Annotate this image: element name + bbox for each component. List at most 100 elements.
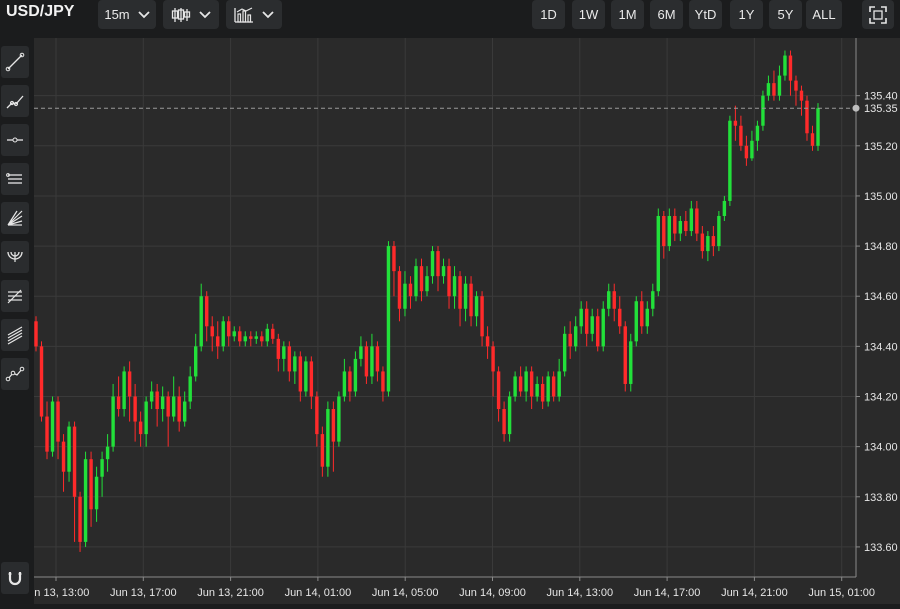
- candle-body: [810, 133, 815, 146]
- candle-body: [766, 83, 771, 96]
- candle-body: [193, 346, 198, 377]
- chevron-down-icon: [138, 10, 150, 18]
- candle-body: [414, 266, 418, 297]
- range-button-1d[interactable]: 1D: [532, 0, 565, 29]
- interval-dropdown[interactable]: 15m: [98, 0, 156, 29]
- candle-body: [689, 208, 694, 232]
- candle-body: [232, 331, 236, 337]
- indicators-dropdown[interactable]: [226, 0, 282, 29]
- tool-parallel-channel[interactable]: [1, 163, 29, 195]
- candle-body: [623, 326, 627, 384]
- candle: [507, 391, 512, 442]
- drawing-toolbar: [0, 38, 32, 604]
- candle-body: [480, 296, 484, 337]
- candle-body: [403, 283, 407, 309]
- candle: [728, 115, 732, 206]
- candle-body: [447, 266, 451, 297]
- candle-body: [573, 326, 578, 347]
- range-button-all[interactable]: ALL: [806, 0, 842, 29]
- candle-body: [502, 409, 506, 435]
- candle-body: [56, 401, 60, 442]
- candle-body: [750, 140, 754, 159]
- range-button-6m[interactable]: 6M: [650, 0, 683, 29]
- candle-body: [83, 459, 88, 542]
- candle-body: [171, 396, 176, 417]
- horizontal-line-icon: [7, 137, 23, 143]
- fibonacci-icon: [7, 289, 22, 304]
- candle-body: [584, 308, 589, 334]
- candle-body: [359, 346, 363, 359]
- candle-body: [100, 459, 104, 477]
- range-button-5y[interactable]: 5Y: [769, 0, 802, 29]
- y-tick-label: 135.40: [864, 91, 898, 103]
- candle-body: [342, 371, 347, 397]
- candle-body: [364, 346, 369, 377]
- fullscreen-button[interactable]: [862, 0, 894, 29]
- candle-body: [799, 90, 804, 101]
- candle-body: [452, 276, 457, 297]
- range-button-ytd[interactable]: YtD: [689, 0, 722, 29]
- candle-body: [392, 246, 396, 272]
- tool-horizontal-line[interactable]: [1, 124, 29, 156]
- x-tick-label: Jun 14, 09:00: [459, 587, 526, 599]
- candle-body: [45, 416, 49, 452]
- path-icon: [5, 366, 25, 382]
- x-tick-label: Jun 13, 21:00: [197, 587, 264, 599]
- candle-body: [717, 215, 721, 247]
- chevron-down-icon: [199, 10, 211, 18]
- candle-body: [640, 301, 644, 327]
- range-button-1y[interactable]: 1Y: [730, 0, 763, 29]
- candle-body: [706, 236, 710, 252]
- candle-body: [205, 296, 209, 327]
- candle-body: [579, 308, 583, 327]
- ray-line-icon: [6, 95, 24, 109]
- candle-body: [127, 371, 132, 397]
- candle-body: [651, 291, 655, 309]
- range-button-1m[interactable]: 1M: [611, 0, 644, 29]
- y-tick-label: 135.00: [864, 191, 898, 203]
- tool-path[interactable]: [1, 358, 29, 390]
- tool-ray-line[interactable]: [1, 85, 29, 117]
- chart-type-dropdown[interactable]: [163, 0, 219, 29]
- candle-body: [656, 215, 661, 292]
- candlestick-chart[interactable]: 133.60 133.80 134.00 134.20 134.40 134.60 134.…: [23, 38, 900, 604]
- candle: [717, 210, 721, 252]
- candle-body: [188, 376, 192, 402]
- candle-body: [805, 100, 809, 134]
- y-tick-label: 134.40: [864, 341, 898, 353]
- candle-body: [249, 336, 253, 339]
- range-button-1w[interactable]: 1W: [572, 0, 605, 29]
- interval-label: 15m: [104, 7, 130, 22]
- tool-magnet[interactable]: [1, 562, 29, 594]
- candle-body: [629, 341, 633, 384]
- tool-trend-line[interactable]: [1, 46, 29, 78]
- candle-body: [496, 371, 501, 410]
- candle-body: [238, 331, 242, 342]
- candle-body: [695, 208, 699, 234]
- candle-body: [331, 409, 336, 442]
- candle-body: [507, 396, 512, 435]
- candle: [601, 301, 605, 352]
- tool-fibonacci[interactable]: [1, 280, 29, 312]
- tool-fan-lines[interactable]: [1, 202, 29, 234]
- candle-body: [133, 396, 137, 422]
- candle-body: [149, 391, 154, 402]
- trend-line-icon: [5, 52, 25, 72]
- candle: [337, 391, 341, 447]
- candle: [386, 241, 391, 397]
- candle-body: [210, 326, 214, 337]
- y-tick-label: 133.80: [864, 492, 898, 504]
- tool-arc[interactable]: [1, 241, 29, 273]
- candle-body: [282, 346, 286, 359]
- candle-body: [122, 371, 126, 410]
- tool-pitchfork[interactable]: [1, 319, 29, 351]
- candle-body: [260, 336, 264, 342]
- candle-body: [744, 145, 749, 159]
- candle-body: [728, 120, 732, 201]
- candle-body: [551, 376, 556, 397]
- candle-body: [375, 346, 380, 372]
- price-chart[interactable]: 133.60 133.80 134.00 134.20 134.40 134.60 134.…: [23, 38, 900, 604]
- y-tick-label: 133.60: [864, 542, 898, 554]
- y-tick-label: 134.80: [864, 241, 898, 253]
- candle-body: [739, 125, 743, 146]
